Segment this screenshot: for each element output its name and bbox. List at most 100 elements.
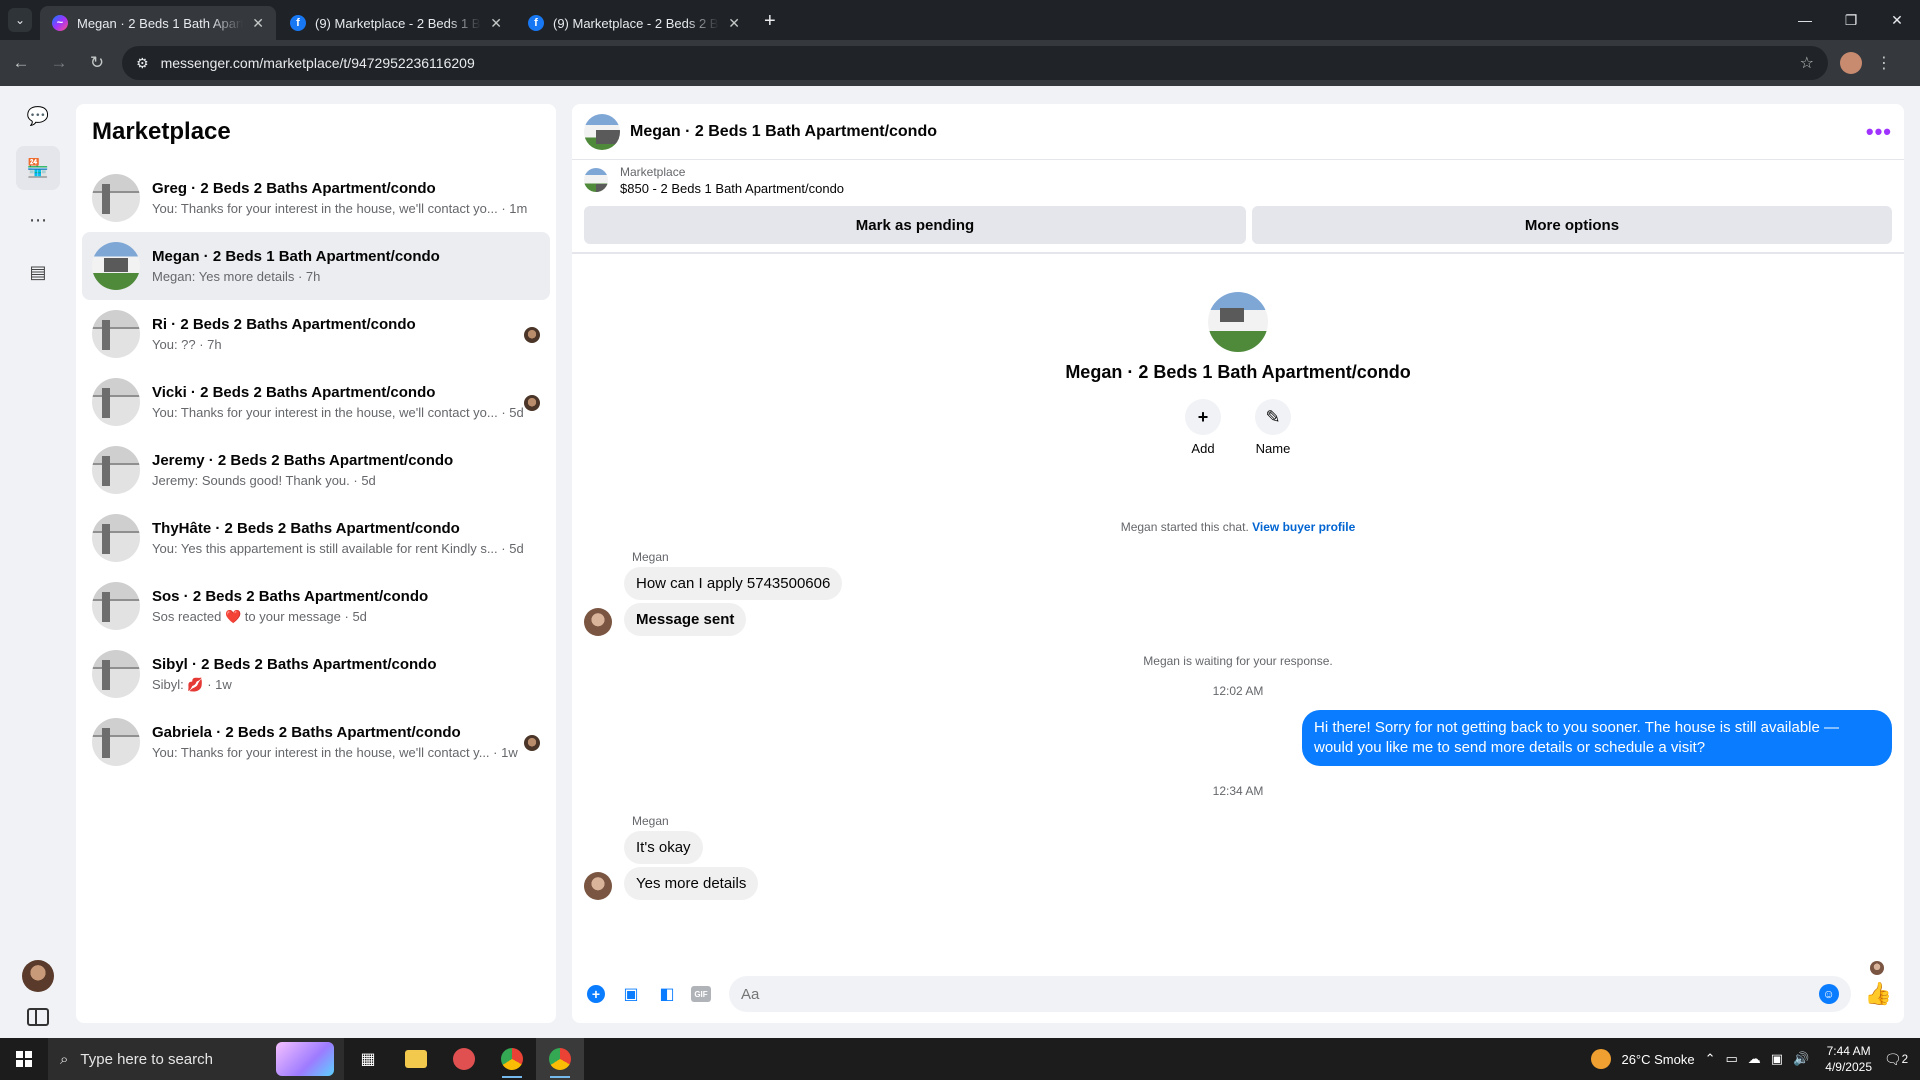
emoji-icon[interactable]: ☺ xyxy=(1818,984,1839,1004)
message-bubble[interactable]: Yes more details xyxy=(624,867,759,900)
close-window-icon[interactable]: ✕ xyxy=(1874,0,1920,40)
tab-search-button[interactable]: ⌄ xyxy=(8,8,32,32)
window-controls: — ❐ ✕ xyxy=(1782,0,1920,40)
conversation-item[interactable]: ThyHâte · 2 Beds 2 Baths Apartment/condo… xyxy=(82,504,550,572)
listing-summary[interactable]: Marketplace $850 - 2 Beds 1 Bath Apartme… xyxy=(572,160,1904,200)
taskbar-search[interactable]: ⌕ Type here to search xyxy=(48,1038,344,1080)
message-bubble[interactable]: How can I apply 5743500606 xyxy=(624,567,843,600)
file-explorer-icon[interactable] xyxy=(392,1038,440,1080)
system-message: Megan started this chat. View buyer prof… xyxy=(572,520,1904,534)
message-requests-icon[interactable]: ⋯ xyxy=(16,198,60,242)
close-icon[interactable]: ✕ xyxy=(728,15,740,32)
listing-source: Marketplace xyxy=(620,164,686,179)
more-options-button[interactable]: More options xyxy=(1251,206,1892,244)
conversation-item[interactable]: Jeremy · 2 Beds 2 Baths Apartment/condo J… xyxy=(82,436,550,504)
search-icon: ⌕ xyxy=(60,1050,69,1068)
listing-thumbnail xyxy=(92,242,140,290)
archive-icon[interactable]: ▤ xyxy=(16,250,60,294)
message-input-wrapper: ☺ xyxy=(729,976,1851,1012)
seen-avatar xyxy=(524,327,540,343)
chat-panel: Megan · 2 Beds 1 Bath Apartment/condo ••… xyxy=(572,104,1904,1023)
task-view-icon[interactable]: ▦ xyxy=(344,1038,392,1080)
chrome-profile-icon[interactable] xyxy=(536,1038,584,1080)
forward-icon[interactable]: → xyxy=(42,46,76,80)
conversation-snippet: You: Yes this appartement is still avail… xyxy=(152,541,524,556)
cloud-icon[interactable]: ☁ xyxy=(1748,1051,1761,1067)
search-placeholder: Type here to search xyxy=(80,1050,213,1068)
conversation-item[interactable]: Ri · 2 Beds 2 Baths Apartment/condo You: … xyxy=(82,300,550,368)
browser-menu-icon[interactable]: ⋮ xyxy=(1876,53,1892,73)
image-icon[interactable]: ▣ xyxy=(619,982,643,1006)
chats-icon[interactable]: 💬 xyxy=(16,94,60,138)
close-icon[interactable]: ✕ xyxy=(490,15,502,32)
volume-icon[interactable]: 🔊 xyxy=(1793,1051,1809,1067)
notification-icon[interactable]: 🗨 2 xyxy=(1882,1045,1910,1073)
bookmark-star-icon[interactable]: ☆ xyxy=(1800,53,1814,73)
conversation-item[interactable]: Sos · 2 Beds 2 Baths Apartment/condo Sos … xyxy=(82,572,550,640)
conversation-name: Gabriela · 2 Beds 2 Baths Apartment/cond… xyxy=(152,724,461,741)
add-people-button[interactable]: + Add xyxy=(1185,399,1221,456)
sender-name: Megan xyxy=(632,814,669,828)
conversation-item[interactable]: Greg · 2 Beds 2 Baths Apartment/condo You… xyxy=(82,164,550,232)
conversation-snippet: You: ?? · 7h xyxy=(152,337,222,352)
avatar[interactable] xyxy=(584,872,612,900)
add-label: Add xyxy=(1191,441,1215,456)
conversation-item-active[interactable]: Megan · 2 Beds 1 Bath Apartment/condo Meg… xyxy=(82,232,550,300)
network-icon[interactable]: ▣ xyxy=(1771,1051,1783,1067)
restore-icon[interactable]: ❐ xyxy=(1828,0,1874,40)
outgoing-message-bubble[interactable]: Hi there! Sorry for not getting back to … xyxy=(1302,710,1892,766)
left-rail: 💬 🏪 ⋯ ▤ xyxy=(0,86,76,1038)
mark-pending-button[interactable]: Mark as pending xyxy=(584,206,1246,244)
more-icon[interactable]: ••• xyxy=(1866,119,1892,145)
listing-thumbnail xyxy=(92,650,140,698)
site-info-icon[interactable]: ⚙ xyxy=(136,55,149,72)
url-field[interactable]: ⚙ messenger.com/marketplace/t/9472952236… xyxy=(122,46,1828,80)
thumbs-up-icon[interactable]: 👍 xyxy=(1865,981,1892,1007)
clock[interactable]: 7:44 AM 4/9/2025 xyxy=(1825,1043,1872,1075)
intro-thumbnail xyxy=(1208,292,1268,352)
message-bubble[interactable]: Message sent xyxy=(624,603,747,636)
chat-thumbnail[interactable] xyxy=(584,113,620,150)
close-icon[interactable]: ✕ xyxy=(252,15,264,32)
new-tab-button[interactable]: + xyxy=(764,10,776,33)
listing-price-title: $850 - 2 Beds 1 Bath Apartment/condo xyxy=(620,180,845,196)
message-bubble[interactable]: It's okay xyxy=(624,831,703,864)
meet-icon[interactable]: ▭ xyxy=(1726,1051,1738,1067)
name-chat-button[interactable]: ✎ Name xyxy=(1255,399,1291,456)
back-icon[interactable]: ← xyxy=(4,46,38,80)
marketplace-icon[interactable]: 🏪 xyxy=(16,146,60,190)
view-buyer-profile-link[interactable]: View buyer profile xyxy=(1252,520,1355,534)
tab-messenger[interactable]: ~ Megan · 2 Beds 1 Bath Apartment/condo … xyxy=(40,6,276,40)
tab-title: Megan · 2 Beds 1 Bath Apartment/condo xyxy=(77,15,244,31)
browser-profile-avatar[interactable] xyxy=(1840,52,1862,74)
weather-icon[interactable] xyxy=(1591,1049,1612,1069)
message-input[interactable] xyxy=(741,985,1819,1003)
conversation-item[interactable]: Sibyl · 2 Beds 2 Baths Apartment/condo Si… xyxy=(82,640,550,708)
listing-actions: Mark as pending More options xyxy=(572,200,1904,254)
tab-marketplace-1[interactable]: f (9) Marketplace - 2 Beds 1 Bath ✕ xyxy=(278,6,514,40)
toggle-sidebar-icon[interactable] xyxy=(27,1008,49,1026)
listing-thumbnail xyxy=(92,378,140,426)
minimize-icon[interactable]: — xyxy=(1782,0,1828,40)
listing-thumbnail xyxy=(92,582,140,630)
avatar[interactable] xyxy=(584,608,612,636)
chevron-up-icon[interactable]: ⌃ xyxy=(1705,1051,1716,1067)
user-avatar[interactable] xyxy=(22,960,54,992)
conversation-name: Jeremy · 2 Beds 2 Baths Apartment/condo xyxy=(152,452,454,469)
reload-icon[interactable]: ↻ xyxy=(80,46,114,80)
tab-marketplace-2[interactable]: f (9) Marketplace - 2 Beds 2 Baths ✕ xyxy=(516,6,752,40)
start-button[interactable] xyxy=(0,1038,48,1080)
conversation-item[interactable]: Vicki · 2 Beds 2 Baths Apartment/condo Yo… xyxy=(82,368,550,436)
messenger-page: 💬 🏪 ⋯ ▤ Marketplace Greg · 2 Beds 2 Bath… xyxy=(0,86,1920,1038)
conversation-name: ThyHâte · 2 Beds 2 Baths Apartment/condo xyxy=(152,520,460,537)
url-text: messenger.com/marketplace/t/947295223611… xyxy=(160,55,475,71)
app-icon[interactable] xyxy=(440,1038,488,1080)
plus-icon[interactable]: + xyxy=(587,985,605,1003)
chat-title[interactable]: Megan · 2 Beds 1 Bath Apartment/condo xyxy=(630,123,1866,141)
chat-header: Megan · 2 Beds 1 Bath Apartment/condo ••… xyxy=(572,104,1904,160)
gif-icon[interactable]: GIF xyxy=(691,986,711,1002)
sticker-icon[interactable]: ◧ xyxy=(655,982,679,1006)
weather-text[interactable]: 26°C Smoke xyxy=(1621,1052,1694,1067)
chrome-icon[interactable] xyxy=(488,1038,536,1080)
conversation-item[interactable]: Gabriela · 2 Beds 2 Baths Apartment/cond… xyxy=(82,708,550,776)
